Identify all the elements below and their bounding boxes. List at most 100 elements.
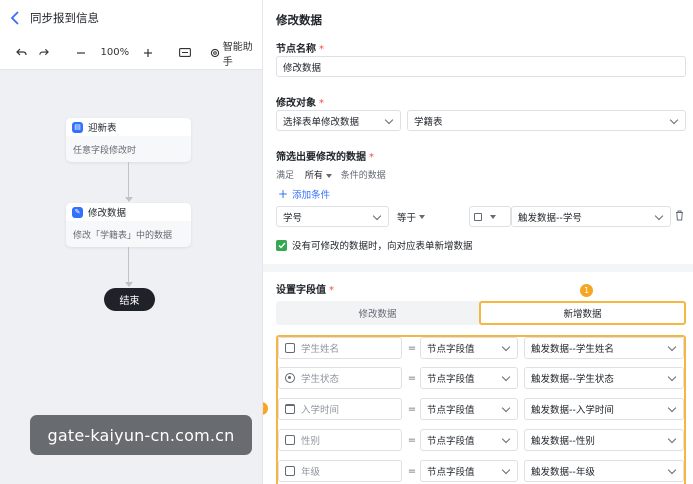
flow-end-node[interactable]: 结束 (104, 288, 155, 311)
filter-scope-select[interactable]: 所有 (305, 171, 332, 181)
zoom-level: 100% (100, 47, 130, 58)
equals-sign: = (407, 403, 417, 415)
page-title: 同步报到信息 (30, 11, 99, 25)
chevron-down-icon (502, 466, 511, 475)
annotation-badge-1: 1 (580, 284, 593, 297)
chevron-down-icon (668, 343, 677, 352)
flow-canvas: 同步报到信息 100% 智能助手 ▤ 迎新表 任意字段修改时 ✎ 修改数据 修改… (0, 0, 262, 484)
back-icon[interactable] (0, 0, 30, 36)
canvas-toolbar: 100% 智能助手 (0, 36, 262, 70)
chevron-down-icon (502, 435, 511, 444)
value-source-select[interactable]: 触发数据--性别 (524, 429, 684, 451)
field-row: 年级 = 节点字段值 触发数据--年级 (278, 460, 688, 482)
chevron-down-icon (668, 404, 677, 413)
add-condition-button[interactable]: + 添加条件 (278, 186, 330, 202)
value-source-select[interactable]: 触发数据--入学时间 (524, 398, 684, 420)
gear-icon (210, 48, 220, 58)
value-source-select[interactable]: 触发数据--年级 (524, 460, 684, 482)
caret-down-icon (490, 214, 496, 219)
field-mode-tabs: 修改数据 新增数据 (276, 301, 686, 325)
date-field-icon (285, 404, 295, 414)
condition-field-select[interactable]: 学号 (276, 206, 389, 227)
equals-sign: = (407, 465, 417, 477)
value-mode-select[interactable]: 节点字段值 (420, 337, 518, 359)
chevron-down-icon (668, 373, 677, 382)
node-desc: 任意字段修改时 (73, 145, 137, 156)
caret-down-icon (325, 173, 332, 178)
radio-field-icon (285, 373, 295, 383)
watermark-overlay: gate-kaiyun-cn.com.cn (30, 415, 252, 455)
zoom-out-icon[interactable] (69, 36, 93, 70)
field-row: 入学时间 = 节点字段值 触发数据--入学时间 (278, 398, 688, 420)
edit-icon: ✎ (72, 206, 83, 218)
chevron-down-icon (502, 343, 511, 352)
node-desc: 修改「学籍表」中的数据 (73, 230, 173, 241)
set-fields-label: 设置字段值 * (276, 285, 334, 296)
value-mode-select[interactable]: 节点字段值 (420, 367, 518, 389)
condition-value-type-select[interactable] (469, 206, 511, 227)
chevron-down-icon (655, 212, 664, 221)
chevron-down-icon (668, 466, 677, 475)
annotation-badge-2: 2 (263, 402, 268, 415)
equals-sign: = (407, 372, 417, 384)
flow-connector (128, 162, 129, 198)
target-form-select[interactable]: 学籍表 (407, 110, 686, 131)
equals-sign: = (407, 434, 417, 446)
flow-arrow-icon (125, 282, 133, 287)
field-value-icon (474, 212, 482, 221)
chevron-down-icon (373, 212, 382, 221)
flow-node-trigger[interactable]: ▤ 迎新表 任意字段修改时 (66, 118, 191, 162)
text-field-icon (285, 343, 295, 353)
node-name-label: 节点名称 * (276, 44, 324, 55)
config-panel: 修改数据 节点名称 * 修改数据 修改对象 * 选择表单修改数据 学籍表 筛选出要修… (262, 0, 693, 484)
value-mode-select[interactable]: 节点字段值 (420, 398, 518, 420)
flow-connector (128, 247, 129, 283)
node-title: 迎新表 (88, 123, 117, 134)
value-source-select[interactable]: 触发数据--学生状态 (524, 367, 684, 389)
equals-sign: = (407, 342, 417, 354)
field-name-cell[interactable]: 年级 (278, 460, 402, 482)
value-mode-select[interactable]: 节点字段值 (420, 429, 518, 451)
select-field-icon (285, 466, 295, 476)
flow-arrow-icon (125, 197, 133, 202)
caret-down-icon (419, 214, 426, 219)
zoom-in-icon[interactable] (136, 36, 160, 70)
condition-operator-select[interactable]: 等于 (397, 206, 426, 227)
field-row: 学生状态 = 节点字段值 触发数据--学生状态 (278, 367, 688, 389)
chevron-down-icon (385, 116, 394, 125)
filter-rule: 满足 所有 条件的数据 (276, 171, 386, 181)
field-name-cell[interactable]: 学生姓名 (278, 337, 402, 359)
field-row: 学生姓名 = 节点字段值 触发数据--学生姓名 (278, 337, 688, 359)
delete-condition-icon[interactable] (675, 210, 684, 224)
field-row: 性别 = 节点字段值 触发数据--性别 (278, 429, 688, 451)
node-name-input[interactable]: 修改数据 (276, 56, 686, 77)
select-field-icon (285, 435, 295, 445)
plus-icon: + (278, 186, 289, 201)
tab-add-data[interactable]: 新增数据 (479, 301, 686, 325)
panel-title: 修改数据 (276, 13, 322, 27)
condition-value-select[interactable]: 触发数据--学号 (511, 206, 671, 227)
value-source-select[interactable]: 触发数据--学生姓名 (524, 337, 684, 359)
flow-node-update[interactable]: ✎ 修改数据 修改「学籍表」中的数据 (66, 203, 191, 247)
field-name-cell[interactable]: 入学时间 (278, 398, 402, 420)
add-if-missing-checkbox[interactable]: 没有可修改的数据时，向对应表单新增数据 (276, 238, 473, 252)
chevron-down-icon (670, 116, 679, 125)
top-bar: 同步报到信息 (0, 0, 262, 36)
assistant-button[interactable]: 智能助手 (210, 36, 262, 70)
field-mapping-list: 学生姓名 = 节点字段值 触发数据--学生姓名 学生状态 = 节点字段值 触发数… (276, 335, 686, 484)
value-mode-select[interactable]: 节点字段值 (420, 460, 518, 482)
target-mode-select[interactable]: 选择表单修改数据 (276, 110, 401, 131)
redo-icon[interactable] (39, 36, 50, 70)
minimap-icon[interactable] (168, 36, 202, 70)
assistant-label: 智能助手 (222, 41, 253, 68)
tab-update-data[interactable]: 修改数据 (276, 301, 479, 325)
field-name-cell[interactable]: 性别 (278, 429, 402, 451)
chevron-down-icon (502, 373, 511, 382)
chevron-down-icon (668, 435, 677, 444)
form-icon: ▤ (72, 121, 83, 133)
undo-icon[interactable] (0, 36, 43, 70)
node-title: 修改数据 (88, 208, 127, 219)
target-label: 修改对象 * (276, 98, 324, 109)
checkbox-checked-icon (276, 239, 287, 251)
field-name-cell[interactable]: 学生状态 (278, 367, 402, 389)
